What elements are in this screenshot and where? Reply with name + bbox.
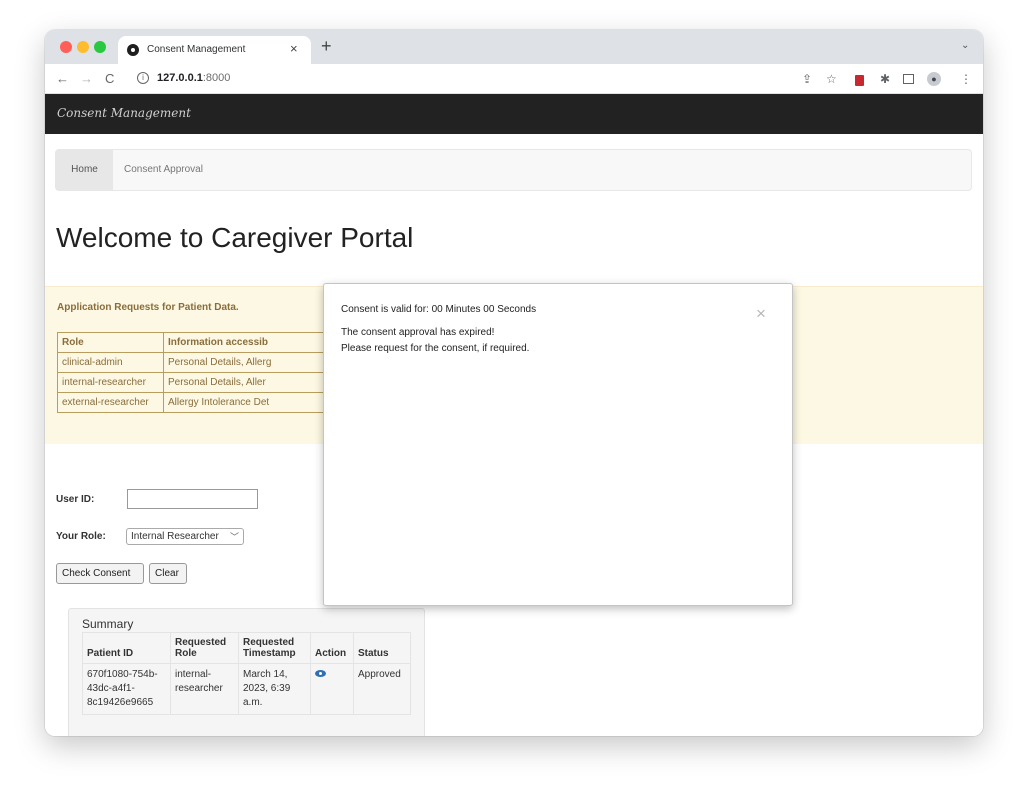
requests-table: Role Information accessib clinical-admin… [57, 332, 364, 413]
zoom-window-button[interactable] [94, 41, 106, 53]
close-window-button[interactable] [60, 41, 72, 53]
menu-bar: Home Consent Approval [55, 149, 972, 191]
col-header-requested-role: Requested Role [170, 632, 239, 664]
tab-strip: Consent Management × + ⌄ [45, 30, 983, 64]
user-id-input[interactable] [127, 489, 258, 509]
more-menu-icon[interactable]: ⋮ [960, 72, 972, 86]
user-id-label: User ID: [56, 494, 95, 505]
role-label: Your Role: [56, 531, 106, 542]
new-tab-button[interactable]: + [321, 36, 332, 57]
expired-message: The consent approval has expired! [341, 327, 495, 338]
navbar-brand[interactable]: Consent Management [57, 106, 191, 120]
consent-modal: Consent is valid for: 00 Minutes 00 Seco… [323, 283, 793, 606]
col-header-status: Status [353, 632, 411, 664]
menu-item-consent-approval[interactable]: Consent Approval [124, 150, 203, 190]
bookmark-star-icon[interactable]: ☆ [826, 72, 837, 86]
requests-heading: Application Requests for Patient Data. [57, 302, 239, 313]
cell-status: Approved [353, 663, 411, 715]
menu-item-home[interactable]: Home [56, 150, 113, 190]
tab-title: Consent Management [147, 44, 246, 55]
cell-requested-role: internal-researcher [170, 663, 239, 715]
url-field[interactable]: 127.0.0.1:8000 [157, 72, 230, 84]
role-selected-value: Internal Researcher [131, 531, 219, 542]
table-row: external-researcher Allergy Intolerance … [57, 392, 364, 413]
chevron-down-icon: ﹀ [229, 532, 239, 542]
request-consent-message: Please request for the consent, if requi… [341, 343, 530, 354]
col-header-requested-timestamp: Requested Timestamp [238, 632, 311, 664]
forward-icon[interactable]: → [80, 71, 93, 86]
top-navbar: Consent Management [45, 94, 983, 134]
cell-role: internal-researcher [57, 372, 164, 393]
page-title: Welcome to Caregiver Portal [56, 222, 414, 253]
reload-icon[interactable]: C [105, 71, 114, 86]
col-header-role: Role [57, 332, 164, 353]
eye-icon[interactable] [315, 670, 326, 677]
check-consent-button[interactable]: Check Consent [56, 563, 144, 584]
extensions-puzzle-icon[interactable]: ✱ [880, 72, 890, 86]
table-row: internal-researcher Personal Details, Al… [57, 372, 364, 393]
url-port: :8000 [202, 72, 231, 84]
cell-role: clinical-admin [57, 352, 164, 373]
summary-title: Summary [82, 617, 134, 631]
browser-tab[interactable]: Consent Management × [118, 36, 311, 64]
col-header-patient-id: Patient ID [82, 632, 171, 664]
consent-validity-text: Consent is valid for: 00 Minutes 00 Seco… [341, 304, 537, 315]
minimize-window-button[interactable] [77, 41, 89, 53]
role-select[interactable]: Internal Researcher ﹀ [126, 528, 244, 545]
summary-table: Patient ID Requested Role Requested Time… [82, 632, 411, 715]
col-header-action: Action [310, 632, 354, 664]
close-icon[interactable]: × [756, 305, 766, 322]
cell-patient-id: 670f1080-754b-43dc-a4f1-8c19426e9665 [82, 663, 171, 715]
cell-timestamp: March 14, 2023, 6:39 a.m. [238, 663, 311, 715]
profile-avatar-icon[interactable]: ● [927, 72, 941, 86]
clear-button[interactable]: Clear [149, 563, 187, 584]
cell-role: external-researcher [57, 392, 164, 413]
favicon-icon [127, 44, 139, 56]
share-icon[interactable]: ⇪ [802, 72, 812, 86]
browser-window: Consent Management × + ⌄ ← → C i 127.0.0… [45, 30, 983, 736]
summary-panel: Summary Patient ID Requested Role Reques… [68, 608, 425, 736]
tab-close-icon[interactable]: × [290, 41, 298, 56]
address-bar: ← → C i 127.0.0.1:8000 ⇪ ☆ ✱ ● ⋮ [45, 64, 983, 94]
site-info-icon[interactable]: i [137, 72, 149, 84]
back-icon[interactable]: ← [56, 71, 69, 86]
table-header-row: Role Information accessib [57, 332, 364, 353]
table-row: 670f1080-754b-43dc-a4f1-8c19426e9665 int… [82, 663, 411, 715]
extension-book-icon[interactable] [855, 75, 864, 86]
side-panel-icon[interactable] [903, 74, 914, 84]
url-host: 127.0.0.1 [157, 72, 203, 84]
tab-search-icon[interactable]: ⌄ [961, 40, 969, 51]
cell-action [310, 663, 354, 715]
table-header-row: Patient ID Requested Role Requested Time… [82, 632, 411, 664]
table-row: clinical-admin Personal Details, Allerg [57, 352, 364, 373]
